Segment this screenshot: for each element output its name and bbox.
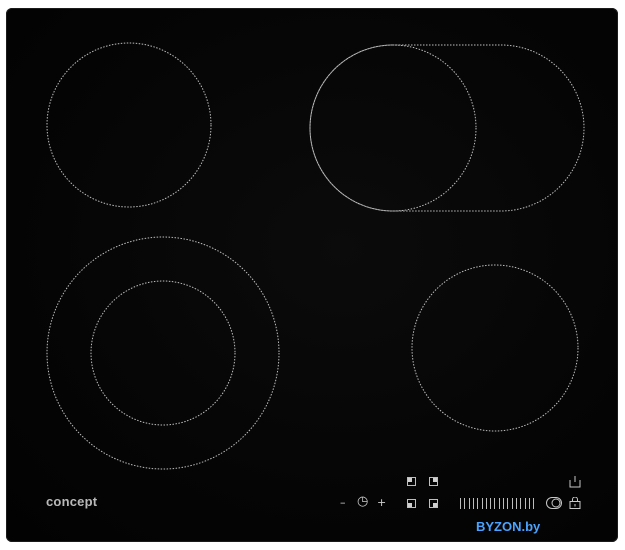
slider-tick — [494, 498, 496, 509]
slider-tick — [477, 498, 479, 509]
cooking-zone-top-right-inner[interactable] — [309, 44, 477, 212]
zone-extension-toggle-icon[interactable] — [546, 497, 562, 509]
slider-tick — [498, 498, 500, 509]
slider-tick — [524, 498, 526, 509]
power-slider[interactable] — [460, 498, 536, 509]
zone-select-top-right-button[interactable] — [429, 477, 438, 486]
slider-tick — [511, 498, 513, 509]
cooking-zone-bottom-right[interactable] — [411, 264, 579, 432]
slider-tick — [490, 498, 492, 509]
slider-tick — [468, 498, 470, 509]
slider-tick — [485, 498, 487, 509]
zone-select-top-left-button[interactable] — [407, 477, 416, 486]
watermark: BYZON.by — [476, 519, 541, 534]
minus-button[interactable]: – — [340, 497, 346, 509]
zone-select-bottom-left-button[interactable] — [407, 499, 416, 508]
slider-tick — [520, 498, 522, 509]
slider-tick — [472, 498, 474, 509]
slider-tick — [515, 498, 517, 509]
cooking-zone-bottom-left-outer[interactable] — [46, 236, 280, 470]
slider-tick — [507, 498, 509, 509]
cooking-zone-top-right-oval[interactable] — [309, 44, 585, 212]
plus-button[interactable]: + — [377, 497, 386, 509]
slider-tick — [464, 498, 466, 509]
cooking-zone-top-left[interactable] — [46, 42, 212, 208]
slider-tick — [481, 498, 483, 509]
cooking-zones — [46, 42, 585, 470]
timer-icon[interactable]: ◷ — [357, 495, 368, 508]
power-icon[interactable] — [569, 476, 581, 488]
slider-tick — [533, 498, 535, 509]
lock-icon[interactable] — [569, 497, 581, 509]
slider-tick — [503, 498, 504, 509]
brand-logo: concept — [46, 494, 98, 509]
cooking-zone-bottom-left-inner[interactable] — [90, 280, 236, 426]
zone-select-bottom-right-button[interactable] — [429, 499, 438, 508]
slider-tick — [460, 498, 461, 509]
slider-tick — [528, 498, 530, 509]
